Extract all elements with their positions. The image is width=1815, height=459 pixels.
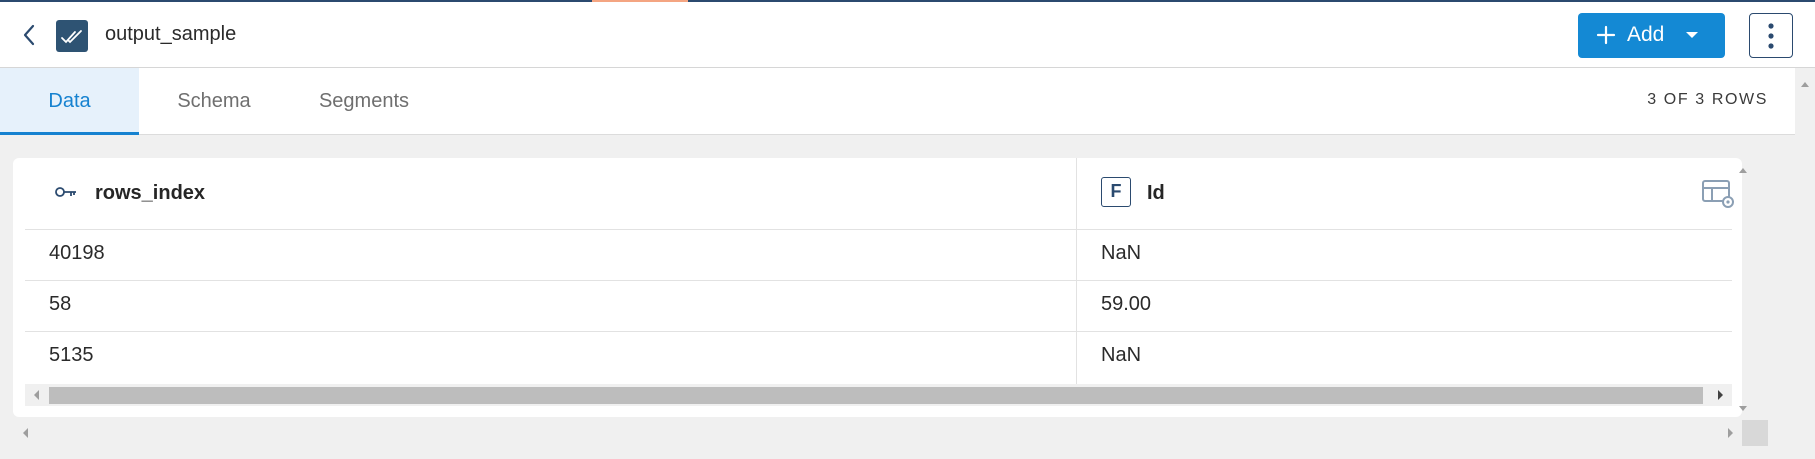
column-header-rows-index[interactable]: rows_index xyxy=(25,158,1077,229)
table-cell: 59.00 xyxy=(1077,281,1732,331)
tab-data[interactable]: Data xyxy=(0,68,139,135)
table-row: 58 59.00 xyxy=(25,281,1732,332)
table-row: 5135 NaN xyxy=(25,332,1732,384)
table-cell: 5135 xyxy=(25,332,1077,384)
cell-value: NaN xyxy=(1101,242,1142,264)
table-horizontal-scrollbar[interactable] xyxy=(25,384,1732,406)
cell-value: 59.00 xyxy=(1101,293,1152,315)
back-button[interactable] xyxy=(16,20,44,50)
field-type-f-icon: F xyxy=(1101,177,1131,207)
page-horizontal-scrollbar[interactable] xyxy=(12,420,1742,446)
table-row: 40198 NaN xyxy=(25,230,1732,281)
table-header-row: rows_index F Id xyxy=(25,158,1732,230)
scroll-up-arrow-icon[interactable] xyxy=(1795,74,1815,94)
cell-value: 58 xyxy=(49,293,72,315)
table-vertical-scrollbar[interactable] xyxy=(1736,158,1750,417)
app-icon xyxy=(56,20,88,52)
column-header-id[interactable]: F Id xyxy=(1077,158,1732,229)
table-settings-icon[interactable] xyxy=(1702,178,1736,210)
scroll-left-arrow-icon[interactable] xyxy=(29,384,45,406)
table-cell: NaN xyxy=(1077,230,1732,280)
add-button-label: Add xyxy=(1627,23,1665,46)
table-cell: 58 xyxy=(25,281,1077,331)
cell-value: 40198 xyxy=(49,242,105,264)
key-icon xyxy=(55,187,76,197)
more-options-button[interactable] xyxy=(1749,13,1793,58)
rows-count-label: 3 OF 3 ROWS xyxy=(1647,91,1768,108)
double-check-icon xyxy=(61,30,82,44)
scroll-down-arrow-icon[interactable] xyxy=(1736,401,1750,417)
scroll-up-arrow-icon[interactable] xyxy=(1736,162,1750,178)
header: output_sample Add xyxy=(0,2,1815,68)
plus-icon xyxy=(1596,25,1616,45)
caret-down-icon[interactable] xyxy=(1685,30,1699,40)
tab-schema[interactable]: Schema xyxy=(139,68,289,135)
column-header-label: rows_index xyxy=(95,182,206,204)
scrollbar-thumb[interactable] xyxy=(49,387,1703,404)
table-cell: 40198 xyxy=(25,230,1077,280)
scroll-left-arrow-icon[interactable] xyxy=(18,420,34,446)
page-vertical-scrollbar[interactable] xyxy=(1795,68,1815,459)
cell-value: NaN xyxy=(1101,344,1142,366)
table-cell: NaN xyxy=(1077,332,1732,384)
data-table-card: rows_index F Id 40198 NaN 58 59.00 5135 … xyxy=(13,158,1747,417)
scroll-right-arrow-icon[interactable] xyxy=(1722,420,1738,446)
column-header-label: Id xyxy=(1147,182,1165,204)
page-title: output_sample xyxy=(105,23,237,45)
vertical-ellipsis-icon xyxy=(1768,23,1774,49)
add-button[interactable]: Add xyxy=(1578,13,1725,58)
tab-bar: Data Schema Segments 3 OF 3 ROWS xyxy=(0,68,1795,135)
scrollbar-corner xyxy=(1742,420,1768,446)
cell-value: 5135 xyxy=(49,344,94,366)
chevron-left-icon xyxy=(23,24,35,46)
scroll-right-arrow-icon[interactable] xyxy=(1712,384,1728,406)
tab-segments[interactable]: Segments xyxy=(289,68,439,135)
